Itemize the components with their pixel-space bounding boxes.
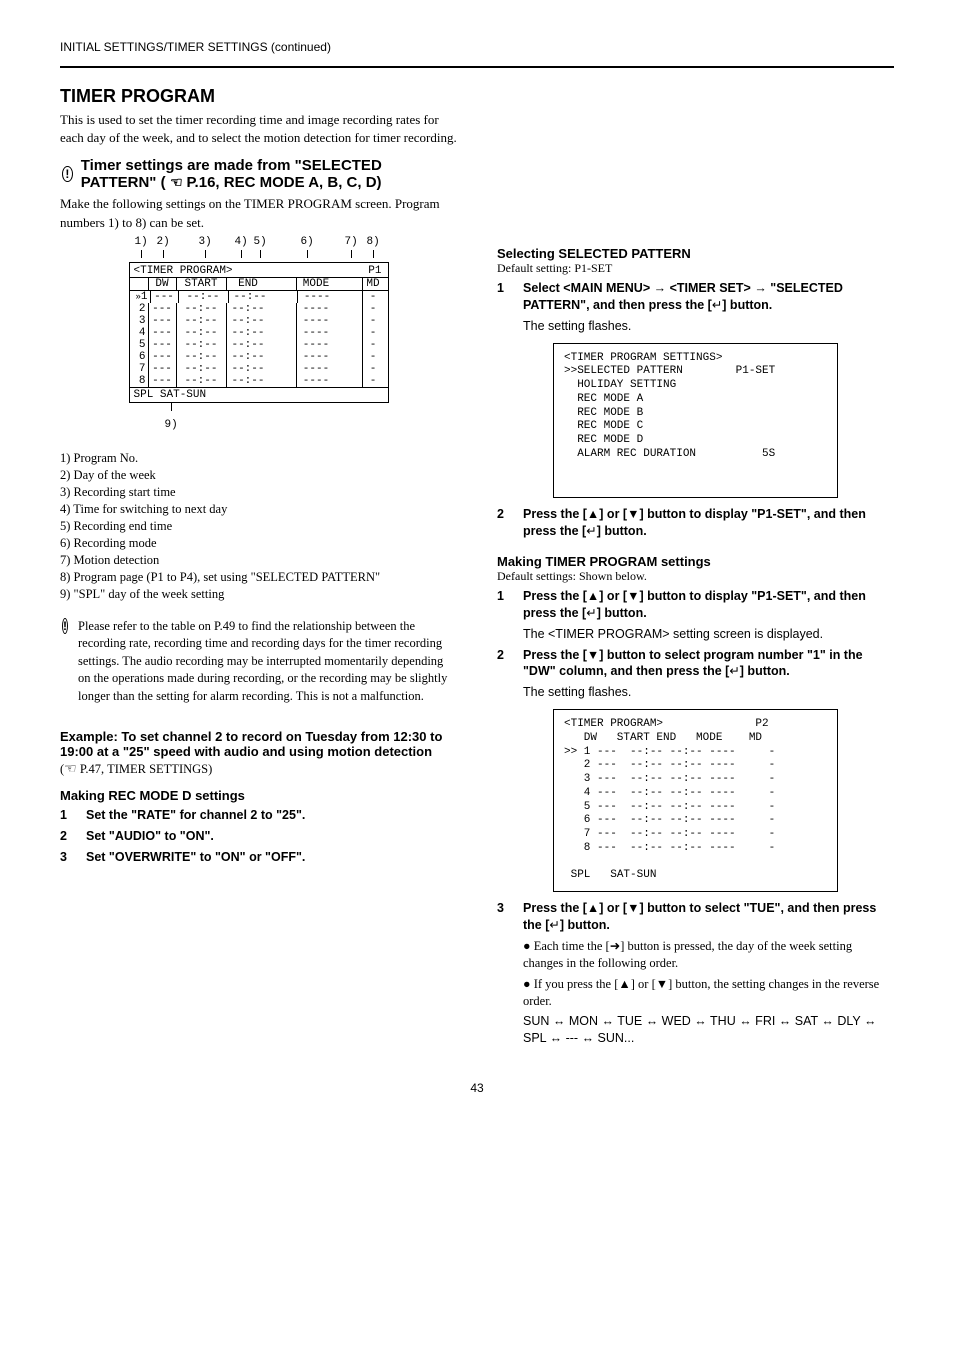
tp-step1: Press the [] or [] button to display "P1… [523, 588, 894, 622]
table-row: 7-----:----:------- [130, 363, 388, 375]
enter-icon: ↵ [712, 298, 722, 312]
enter-icon: ↵ [586, 606, 596, 620]
up-icon [618, 977, 630, 991]
osd-timer-program-settings: <TIMER PROGRAM SETTINGS> >>SELECTED PATT… [553, 343, 838, 499]
example-step: 2Set "AUDIO" to "ON". [60, 828, 457, 845]
table-row: 6-----:----:------- [130, 351, 388, 363]
spl-line: SPL SAT-SUN [130, 387, 388, 402]
up-icon [587, 589, 599, 603]
timer-settings-subhead: ! Timer settings are made from "SELECTED… [60, 157, 457, 191]
caution-text: Please refer to the table on P.49 to fin… [78, 618, 457, 706]
selected-pattern-heading: Selecting SELECTED PATTERN [497, 246, 894, 261]
tp-step1-note: The <TIMER PROGRAM> setting screen is di… [523, 626, 894, 643]
col-start: START [176, 278, 226, 290]
tp-heading: Making TIMER PROGRAM settings [497, 554, 894, 569]
right-arrow-icon [610, 939, 620, 953]
tp-step3: Press the [] or [] button to select "TUE… [523, 900, 894, 934]
col-end: END [226, 278, 270, 290]
callout-4: 4) [235, 236, 248, 248]
callout-7: 7) [345, 236, 358, 248]
down-icon [587, 648, 599, 662]
up-icon [587, 507, 599, 521]
dw-sequence: SUN ↔ MON ↔ TUE ↔ WED ↔ THU ↔ FRI ↔ SAT … [523, 1013, 894, 1047]
enter-icon: ↵ [549, 918, 559, 932]
intro-p3: Make the following settings on the TIMER… [60, 195, 457, 231]
down-icon [627, 901, 639, 915]
example-step: 3Set "OVERWRITE" to "ON" or "OFF". [60, 849, 457, 866]
table-row: »1-----:----:------- [130, 291, 388, 303]
osd-page-ind: P1 [368, 263, 387, 277]
table-row: 2-----:----:------- [130, 303, 388, 315]
up-icon [587, 901, 599, 915]
hand-ref: P.16, REC MODE A, B, C, D) [186, 174, 381, 191]
down-icon [627, 589, 639, 603]
osd-title: <TIMER PROGRAM> [130, 263, 369, 277]
caution-icon: ! [62, 166, 73, 182]
tp-step2-note: The setting flashes. [523, 684, 894, 701]
arrow-right-icon [754, 281, 767, 295]
legend-item: 7) Motion detection [60, 553, 457, 568]
callout-9: 9) [129, 419, 389, 431]
legend-item: 8) Program page (P1 to P4), set using "S… [60, 570, 457, 585]
callout-2: 2) [157, 236, 170, 248]
callout-8: 8) [367, 236, 380, 248]
intro-p1: This is used to set the timer recording … [60, 111, 457, 147]
caution-icon: ! [62, 618, 68, 634]
legend-item: 1) Program No. [60, 451, 457, 466]
enter-icon: ↵ [586, 524, 596, 538]
selected-pattern-default: Default setting: P1-SET [497, 261, 894, 276]
table-row: 3-----:----:------- [130, 315, 388, 327]
example-heading: Example: To set channel 2 to record on T… [60, 729, 457, 759]
timer-program-diagram: 1) 2) 3) 4) 5) 6) 7) 8) <TIMER PROGRAM> … [129, 262, 389, 431]
legend-item: 3) Recording start time [60, 485, 457, 500]
legend-item: 9) "SPL" day of the week setting [60, 587, 457, 602]
down-icon [656, 977, 668, 991]
callout-6: 6) [301, 236, 314, 248]
table-row: 5-----:----:------- [130, 339, 388, 351]
col-dw: DW [148, 278, 176, 290]
callout-1: 1) [135, 236, 148, 248]
sel-step1: Select <MAIN MENU> <TIMER SET> "SELECTED… [523, 280, 894, 314]
tp-step3-bullet1: ● Each time the [] button is pressed, th… [523, 938, 894, 972]
sel-step1-note: The setting flashes. [523, 318, 894, 335]
sel-step2: Press the [] or [] button to display "P1… [523, 506, 894, 540]
section-heading: TIMER PROGRAM [60, 86, 457, 107]
rubric-line: INITIAL SETTINGS/TIMER SETTINGS (continu… [60, 40, 894, 54]
legend-item: 6) Recording mode [60, 536, 457, 551]
example-ref: (☞ P.47, TIMER SETTINGS) [60, 761, 457, 778]
table-row: 4-----:----:------- [130, 327, 388, 339]
tp-default: Default settings: Shown below. [497, 569, 894, 584]
legend-item: 5) Recording end time [60, 519, 457, 534]
legend-item: 4) Time for switching to next day [60, 502, 457, 517]
tp-step3-bullet2: ● If you press the [] or [] button, the … [523, 976, 894, 1010]
example-sub: Making REC MODE D settings [60, 788, 457, 803]
hand-icon: ☞ [170, 174, 183, 191]
page-number: 43 [60, 1081, 894, 1095]
legend-item: 2) Day of the week [60, 468, 457, 483]
tp-step2: Press the [] button to select program nu… [523, 647, 894, 681]
enter-icon: ↵ [729, 664, 739, 678]
hand-icon: ☞ [64, 761, 77, 778]
rule [60, 66, 894, 68]
arrow-right-icon [654, 281, 667, 295]
col-md: MD [362, 278, 384, 290]
callout-5: 5) [254, 236, 267, 248]
down-icon [627, 507, 639, 521]
callout-3: 3) [199, 236, 212, 248]
example-step: 1Set the "RATE" for channel 2 to "25". [60, 807, 457, 824]
osd-timer-program: <TIMER PROGRAM> P2 DW START END MODE MD … [553, 709, 838, 892]
col-mode: MODE [296, 278, 336, 290]
table-row: 8-----:----:------- [130, 375, 388, 387]
